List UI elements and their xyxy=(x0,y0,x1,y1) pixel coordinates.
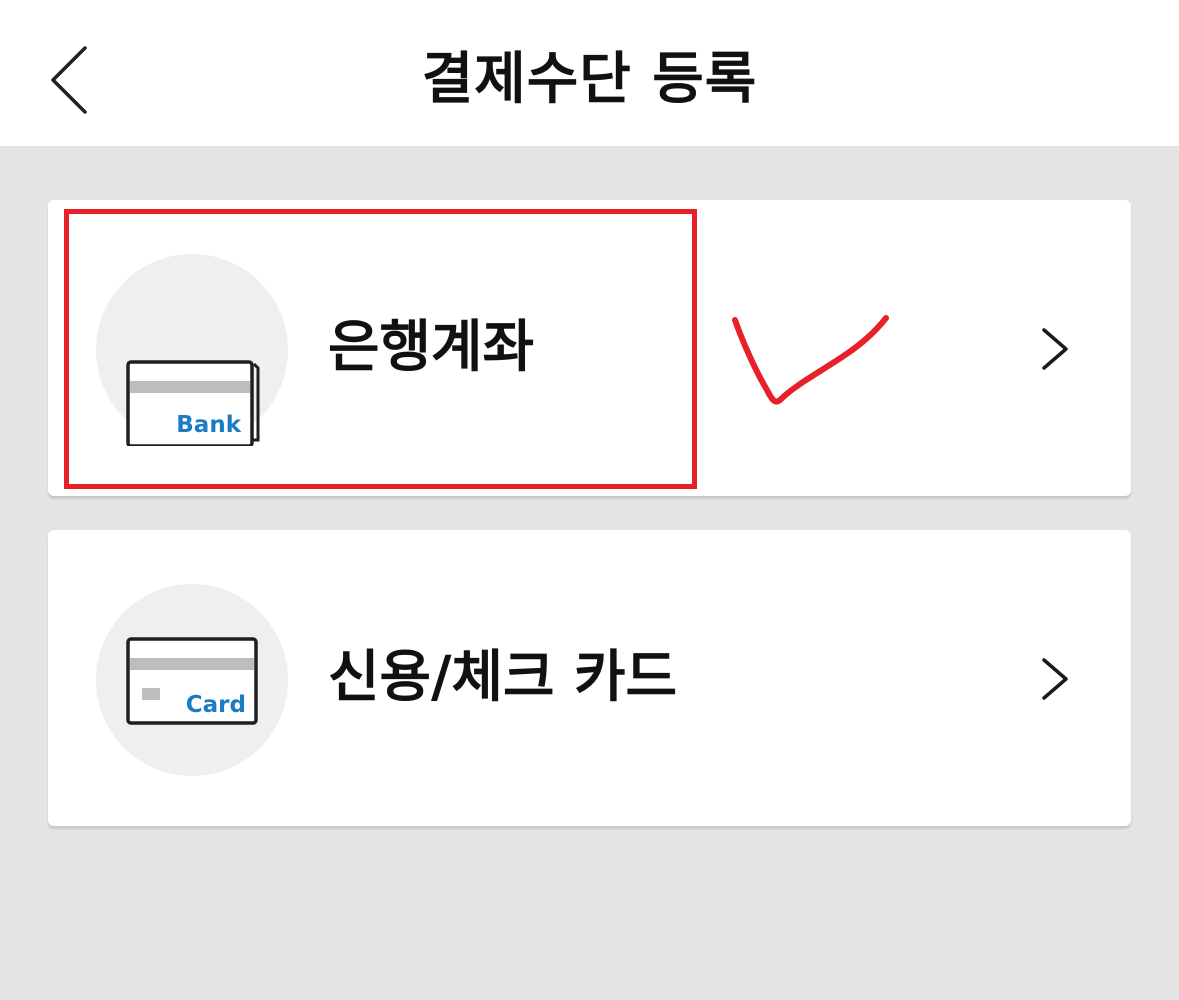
card-icon-circle: Card xyxy=(96,584,288,776)
bank-icon-circle: Bank xyxy=(96,254,288,446)
bank-icon-label: Bank xyxy=(176,412,241,438)
credit-card-option[interactable]: Card 신용/체크 카드 xyxy=(48,530,1131,826)
page-title: 결제수단 등록 xyxy=(421,47,758,112)
app-header: 결제수단 등록 xyxy=(0,0,1179,146)
chevron-right-icon xyxy=(1042,658,1068,700)
bank-card-icon: Bank xyxy=(126,360,260,446)
card-icon-label: Card xyxy=(186,692,246,718)
bank-account-label: 은행계좌 xyxy=(328,315,535,380)
chevron-right-icon xyxy=(1042,328,1068,370)
credit-card-icon: Card xyxy=(126,637,258,725)
credit-card-label: 신용/체크 카드 xyxy=(328,645,678,710)
bank-account-option[interactable]: Bank 은행계좌 xyxy=(48,200,1131,496)
